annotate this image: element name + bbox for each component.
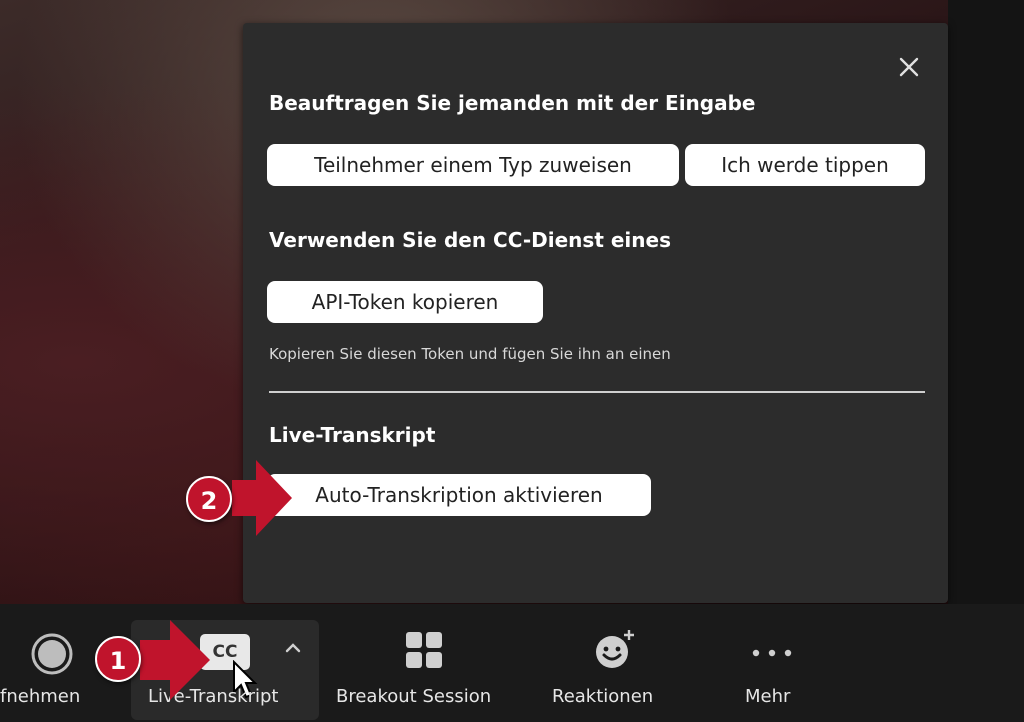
breakout-label[interactable]: Breakout Session [336,686,491,707]
more-label[interactable]: Mehr [745,686,790,707]
api-token-hint: Kopieren Sie diesen Token und fügen Sie … [269,345,671,363]
breakout-grid-icon[interactable] [404,630,444,674]
callout-arrow-2 [232,458,294,544]
record-icon[interactable] [30,632,74,680]
reactions-icon[interactable] [592,626,638,676]
section-title-assign: Beauftragen Sie jemanden mit der Eingabe [269,91,756,115]
section-title-live-transcript: Live-Transkript [269,423,436,447]
callout-arrow-1 [140,618,212,708]
divider [269,391,925,393]
copy-api-token-button[interactable]: API-Token kopieren [267,281,543,323]
enable-auto-transcription-button[interactable]: Auto-Transkription aktivieren [267,474,651,516]
chevron-up-icon[interactable] [283,640,303,659]
step-badge-1: 1 [95,636,141,682]
reactions-label[interactable]: Reaktionen [552,686,653,707]
section-title-cc-service: Verwenden Sie den CC-Dienst eines [269,228,671,252]
i-will-type-button[interactable]: Ich werde tippen [685,144,925,186]
close-icon[interactable] [895,53,923,81]
captions-popup: Beauftragen Sie jemanden mit der Eingabe… [243,23,948,603]
assign-participant-button[interactable]: Teilnehmer einem Typ zuweisen [267,144,679,186]
more-dots-icon[interactable] [748,644,796,663]
record-label[interactable]: fnehmen [0,686,80,707]
step-badge-2: 2 [186,476,232,522]
